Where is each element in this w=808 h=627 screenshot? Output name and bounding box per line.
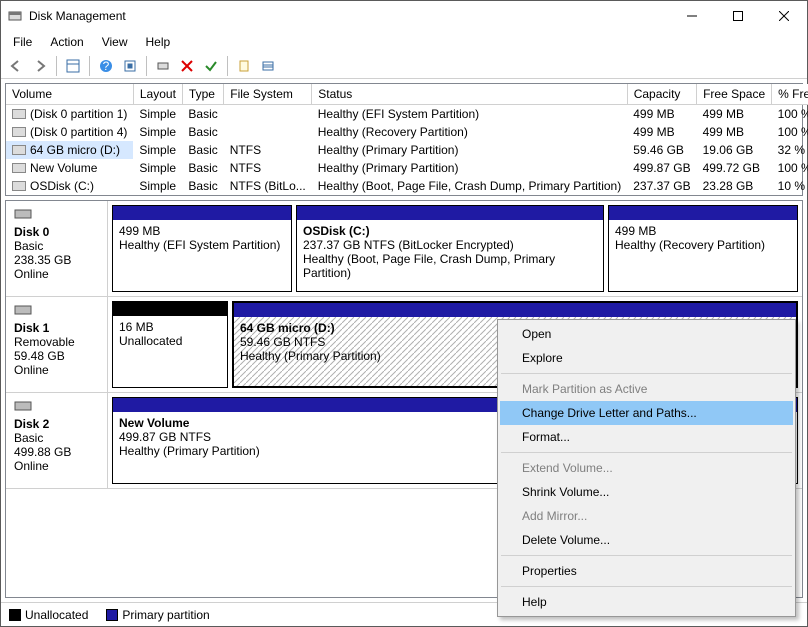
disk-row-0: Disk 0 Basic 238.35 GB Online 499 MB Hea…	[6, 201, 802, 297]
new-icon[interactable]	[233, 55, 255, 77]
drive-icon	[12, 145, 26, 155]
col-layout[interactable]: Layout	[133, 84, 182, 105]
partition-osdisk[interactable]: OSDisk (C:) 237.37 GB NTFS (BitLocker En…	[296, 205, 604, 292]
disk-size: 238.35 GB	[14, 253, 71, 267]
settings-button[interactable]	[119, 55, 141, 77]
back-button[interactable]	[5, 55, 27, 77]
drive-icon	[12, 181, 26, 191]
removable-icon	[14, 303, 32, 317]
ctx-explore[interactable]: Explore	[500, 346, 793, 370]
column-headers[interactable]: Volume Layout Type File System Status Ca…	[6, 84, 808, 105]
col-status[interactable]: Status	[312, 84, 627, 105]
maximize-button[interactable]	[715, 1, 761, 31]
forward-button[interactable]	[29, 55, 51, 77]
help-button[interactable]: ?	[95, 55, 117, 77]
window-title: Disk Management	[29, 9, 669, 23]
volume-list: Volume Layout Type File System Status Ca…	[5, 83, 803, 196]
titlebar: Disk Management	[1, 1, 807, 31]
volume-row[interactable]: (Disk 0 partition 1)SimpleBasicHealthy (…	[6, 105, 808, 124]
ctx-delete[interactable]: Delete Volume...	[500, 528, 793, 552]
legend-primary: Primary partition	[106, 608, 209, 622]
ctx-properties[interactable]: Properties	[500, 559, 793, 583]
disk-name: Disk 0	[14, 225, 49, 239]
app-window: Disk Management File Action View Help ? …	[0, 0, 808, 627]
minimize-button[interactable]	[669, 1, 715, 31]
list-icon[interactable]	[257, 55, 279, 77]
disk-type: Basic	[14, 239, 43, 253]
drive-icon	[12, 109, 26, 119]
apply-icon[interactable]	[200, 55, 222, 77]
refresh-button[interactable]	[152, 55, 174, 77]
ctx-help[interactable]: Help	[500, 590, 793, 614]
disk-state: Online	[14, 267, 49, 281]
disk-info[interactable]: Disk 1 Removable 59.48 GB Online	[6, 297, 108, 392]
view-button[interactable]	[62, 55, 84, 77]
col-type[interactable]: Type	[182, 84, 223, 105]
disk-info[interactable]: Disk 2 Basic 499.88 GB Online	[6, 393, 108, 488]
col-free[interactable]: Free Space	[697, 84, 772, 105]
col-capacity[interactable]: Capacity	[627, 84, 696, 105]
drive-icon	[12, 163, 26, 173]
volume-row[interactable]: 64 GB micro (D:)SimpleBasicNTFSHealthy (…	[6, 141, 808, 159]
legend-unallocated: Unallocated	[9, 608, 88, 622]
menu-file[interactable]: File	[5, 33, 40, 51]
toolbar: ?	[1, 53, 807, 79]
partition-recovery[interactable]: 499 MB Healthy (Recovery Partition)	[608, 205, 798, 292]
svg-text:?: ?	[103, 59, 110, 73]
ctx-open[interactable]: Open	[500, 322, 793, 346]
delete-icon[interactable]	[176, 55, 198, 77]
menu-view[interactable]: View	[94, 33, 136, 51]
partition-unallocated[interactable]: 16 MB Unallocated	[112, 301, 228, 388]
disk-info[interactable]: Disk 0 Basic 238.35 GB Online	[6, 201, 108, 296]
ctx-add-mirror: Add Mirror...	[500, 504, 793, 528]
col-volume[interactable]: Volume	[6, 84, 133, 105]
app-icon	[7, 8, 23, 24]
disk-name: Disk 2	[14, 417, 49, 431]
volume-row[interactable]: New VolumeSimpleBasicNTFSHealthy (Primar…	[6, 159, 808, 177]
menu-action[interactable]: Action	[42, 33, 91, 51]
ctx-shrink[interactable]: Shrink Volume...	[500, 480, 793, 504]
menubar: File Action View Help	[1, 31, 807, 53]
ctx-change-drive-letter[interactable]: Change Drive Letter and Paths...	[500, 401, 793, 425]
partition-efi[interactable]: 499 MB Healthy (EFI System Partition)	[112, 205, 292, 292]
menu-help[interactable]: Help	[138, 33, 179, 51]
context-menu: Open Explore Mark Partition as Active Ch…	[497, 319, 796, 617]
ctx-format[interactable]: Format...	[500, 425, 793, 449]
ctx-mark-active: Mark Partition as Active	[500, 377, 793, 401]
drive-icon	[12, 127, 26, 137]
col-pctfree[interactable]: % Free	[772, 84, 808, 105]
volume-row[interactable]: (Disk 0 partition 4)SimpleBasicHealthy (…	[6, 123, 808, 141]
disk-name: Disk 1	[14, 321, 49, 335]
hdd-icon	[14, 399, 32, 413]
hdd-icon	[14, 207, 32, 221]
col-fs[interactable]: File System	[224, 84, 312, 105]
volume-row[interactable]: OSDisk (C:)SimpleBasicNTFS (BitLo...Heal…	[6, 177, 808, 195]
close-button[interactable]	[761, 1, 807, 31]
ctx-extend: Extend Volume...	[500, 456, 793, 480]
